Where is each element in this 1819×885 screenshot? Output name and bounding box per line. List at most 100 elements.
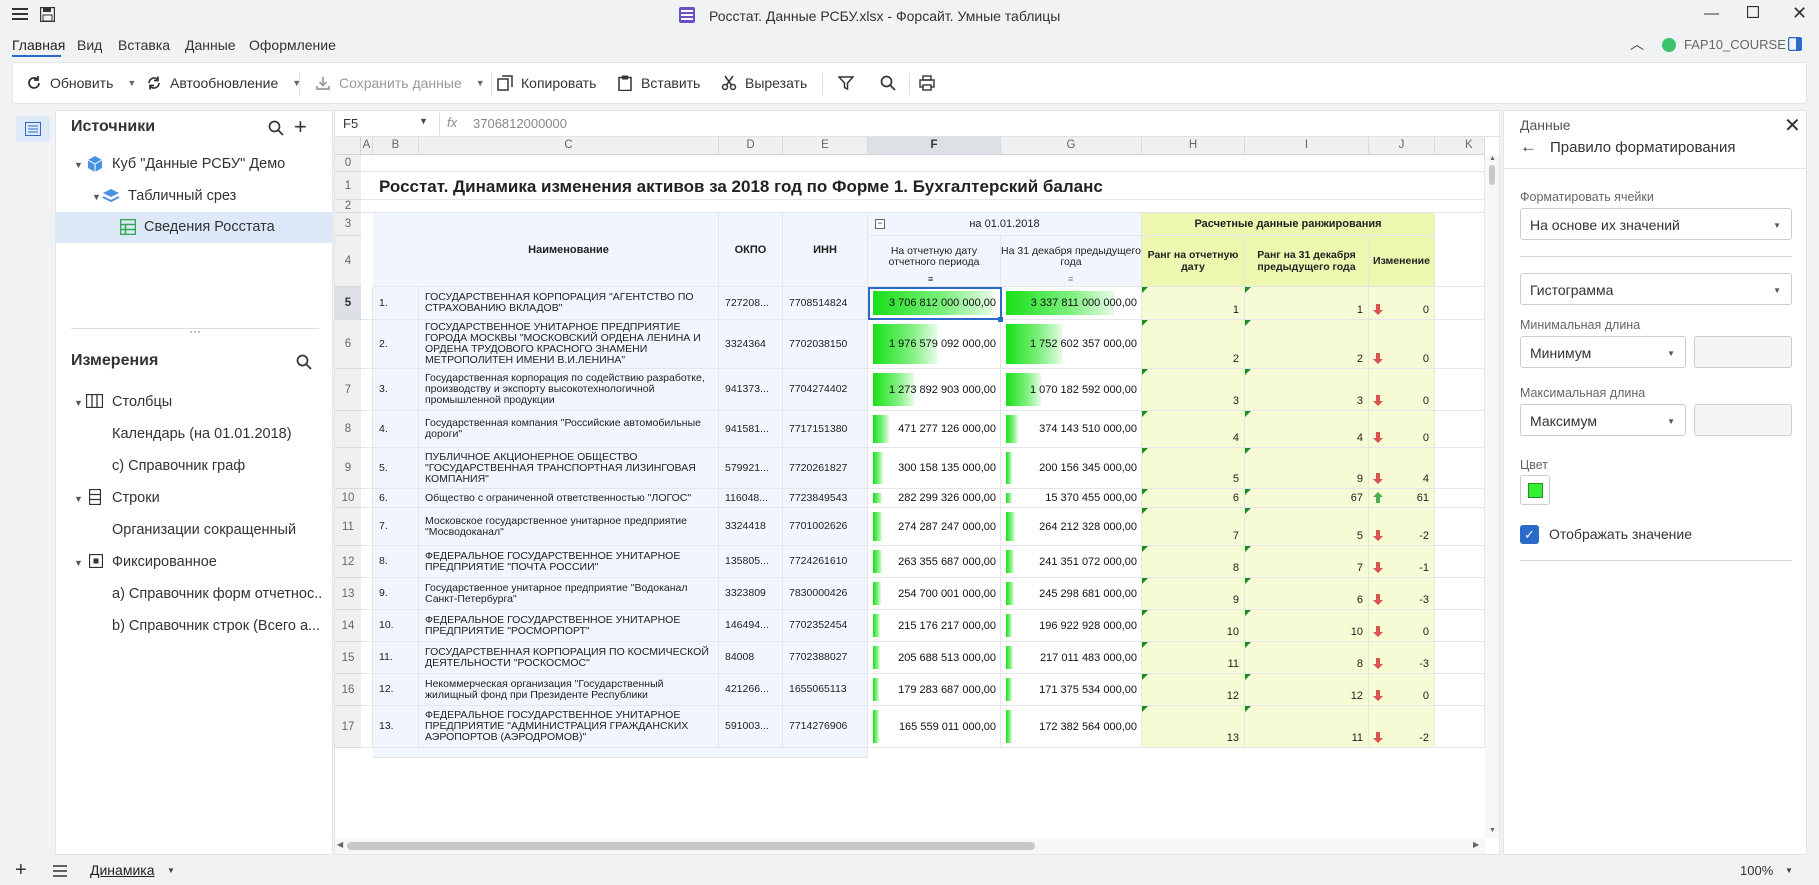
color-picker[interactable] bbox=[1520, 475, 1550, 505]
org-inn[interactable]: 7724261610 bbox=[783, 546, 868, 578]
empty-cell[interactable] bbox=[361, 546, 373, 578]
scroll-right-icon[interactable]: ▶ bbox=[1473, 840, 1479, 849]
rank-change[interactable]: -1 bbox=[1369, 546, 1435, 578]
value-current[interactable]: 1 273 892 903 000,00 bbox=[868, 369, 1001, 411]
rank-change[interactable]: 4 bbox=[1369, 448, 1435, 489]
value-previous[interactable]: 374 143 510 000,00 bbox=[1001, 411, 1142, 448]
close-window-icon[interactable]: ✕ bbox=[1792, 3, 1807, 24]
row-number[interactable]: 1. bbox=[373, 287, 419, 320]
row-number[interactable]: 8. bbox=[373, 546, 419, 578]
dim-fixed-item[interactable]: a) Справочник форм отчетнос... bbox=[112, 586, 322, 602]
empty-cell[interactable] bbox=[361, 369, 373, 411]
chevron-down-icon[interactable]: ▼ bbox=[1785, 866, 1793, 875]
row-number[interactable]: 7. bbox=[373, 508, 419, 546]
row-number[interactable]: 3. bbox=[373, 369, 419, 411]
row-header[interactable]: 4 bbox=[335, 236, 361, 287]
cut-button[interactable]: Вырезать bbox=[721, 63, 807, 103]
empty-cell[interactable] bbox=[1435, 546, 1485, 578]
copy-button[interactable]: Копировать bbox=[497, 63, 596, 103]
column-header[interactable]: K bbox=[1435, 137, 1485, 155]
rank-current[interactable]: 8 bbox=[1142, 546, 1245, 578]
dim-column-item[interactable]: Календарь (на 01.01.2018) bbox=[112, 426, 292, 442]
value-previous[interactable]: 217 011 483 000,00 bbox=[1001, 642, 1142, 674]
empty-cell[interactable] bbox=[361, 674, 373, 706]
menu-view[interactable]: Вид bbox=[77, 37, 102, 53]
value-current[interactable]: 274 287 247 000,00 bbox=[868, 508, 1001, 546]
org-name[interactable]: Государственная компания "Российские авт… bbox=[419, 411, 719, 448]
source-sheet[interactable]: Сведения Росстата bbox=[144, 219, 275, 235]
select-all-corner[interactable] bbox=[335, 137, 361, 155]
style-dropdown[interactable]: Гистограмма ▼ bbox=[1520, 273, 1792, 305]
row-header[interactable]: 13 bbox=[335, 578, 361, 610]
org-name[interactable]: ФЕДЕРАЛЬНОЕ ГОСУДАРСТВЕННОЕ УНИТАРНОЕ ПР… bbox=[419, 546, 719, 578]
min-length-input[interactable] bbox=[1694, 336, 1792, 368]
value-previous[interactable]: 245 298 681 000,00 bbox=[1001, 578, 1142, 610]
paste-button[interactable]: Вставить bbox=[617, 63, 700, 103]
org-okpo[interactable]: 146494... bbox=[719, 610, 783, 642]
cell-reference[interactable]: F5 bbox=[343, 116, 358, 131]
hamburger-menu-icon[interactable] bbox=[12, 7, 28, 21]
rank-current[interactable]: 13 bbox=[1142, 706, 1245, 748]
org-okpo[interactable]: 135805... bbox=[719, 546, 783, 578]
row-number[interactable]: 13. bbox=[373, 706, 419, 748]
rank-previous[interactable]: 2 bbox=[1245, 320, 1369, 369]
column-header[interactable]: G bbox=[1001, 137, 1142, 155]
dim-column-item[interactable]: c) Справочник граф bbox=[112, 458, 245, 474]
close-panel-icon[interactable]: ✕ bbox=[1784, 113, 1801, 138]
chevron-down-icon[interactable]: ▼ bbox=[419, 116, 428, 126]
header-change[interactable]: Изменение bbox=[1369, 236, 1435, 287]
empty-cell[interactable] bbox=[1435, 578, 1485, 610]
org-inn[interactable]: 7830000426 bbox=[783, 578, 868, 610]
rank-change[interactable]: -3 bbox=[1369, 642, 1435, 674]
empty-cell[interactable] bbox=[1435, 610, 1485, 642]
rank-current[interactable]: 5 bbox=[1142, 448, 1245, 489]
row-header[interactable]: 1 bbox=[335, 172, 361, 200]
value-current[interactable]: 179 283 687 000,00 bbox=[868, 674, 1001, 706]
row-number[interactable]: 6. bbox=[373, 489, 419, 508]
org-name[interactable]: Общество с ограниченной ответственностью… bbox=[419, 489, 719, 508]
maximize-icon[interactable] bbox=[1747, 6, 1759, 18]
org-inn[interactable]: 7702388027 bbox=[783, 642, 868, 674]
row-number[interactable]: 2. bbox=[373, 320, 419, 369]
row-number[interactable]: 4. bbox=[373, 411, 419, 448]
rank-current[interactable]: 7 bbox=[1142, 508, 1245, 546]
menu-format[interactable]: Оформление bbox=[249, 37, 336, 53]
format-cells-dropdown[interactable]: На основе их значений ▼ bbox=[1520, 208, 1792, 240]
sources-tab-button[interactable] bbox=[16, 116, 50, 142]
scroll-down-icon[interactable]: ▼ bbox=[1489, 827, 1496, 834]
minimize-icon[interactable]: — bbox=[1704, 5, 1719, 22]
group-header-date[interactable]: на 01.01.2018 bbox=[868, 213, 1142, 236]
value-previous[interactable]: 264 212 328 000,00 bbox=[1001, 508, 1142, 546]
empty-cell[interactable] bbox=[1435, 320, 1485, 369]
rank-previous[interactable]: 6 bbox=[1245, 578, 1369, 610]
collapse-group-icon[interactable]: − bbox=[875, 219, 885, 229]
org-okpo[interactable]: 579921... bbox=[719, 448, 783, 489]
row-number[interactable]: 11. bbox=[373, 642, 419, 674]
row-header[interactable]: 3 bbox=[335, 213, 361, 236]
source-slice[interactable]: Табличный срез bbox=[128, 188, 236, 204]
rank-previous[interactable]: 67 bbox=[1245, 489, 1369, 508]
value-previous[interactable]: 3 337 811 000 000,00 bbox=[1001, 287, 1142, 320]
org-inn[interactable]: 7701002626 bbox=[783, 508, 868, 546]
org-inn[interactable]: 7704274402 bbox=[783, 369, 868, 411]
rank-change[interactable]: -2 bbox=[1369, 706, 1435, 748]
empty-cell[interactable] bbox=[361, 642, 373, 674]
org-name[interactable]: ГОСУДАРСТВЕННАЯ КОРПОРАЦИЯ ПО КОСМИЧЕСКО… bbox=[419, 642, 719, 674]
collapse-ribbon-icon[interactable]: ︿ bbox=[1630, 34, 1644, 54]
empty-cell[interactable] bbox=[1435, 489, 1485, 508]
empty-cell[interactable] bbox=[361, 287, 373, 320]
value-previous[interactable]: 15 370 455 000,00 bbox=[1001, 489, 1142, 508]
panel-toggle-icon[interactable] bbox=[1788, 37, 1802, 51]
source-cube[interactable]: Куб "Данные РСБУ" Демо bbox=[112, 156, 285, 172]
org-okpo[interactable]: 941581... bbox=[719, 411, 783, 448]
row-header[interactable]: 14 bbox=[335, 610, 361, 642]
empty-cell[interactable] bbox=[361, 448, 373, 489]
scroll-thumb[interactable] bbox=[347, 842, 1035, 850]
empty-cell[interactable] bbox=[1435, 706, 1485, 748]
save-file-icon[interactable] bbox=[40, 7, 55, 22]
empty-cell[interactable] bbox=[361, 411, 373, 448]
empty-row[interactable] bbox=[361, 155, 1485, 172]
rank-current[interactable]: 12 bbox=[1142, 674, 1245, 706]
empty-cell[interactable] bbox=[1435, 642, 1485, 674]
empty-cell[interactable] bbox=[1435, 411, 1485, 448]
